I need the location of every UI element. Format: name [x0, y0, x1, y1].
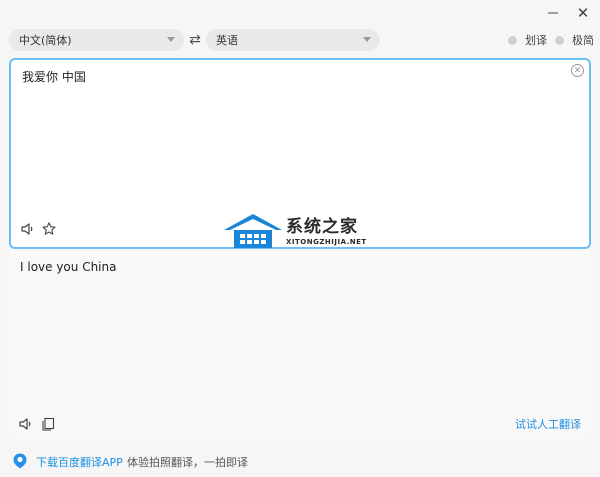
download-app-link[interactable]: 下载百度翻译APP: [36, 454, 123, 470]
toggle-selection-translate[interactable]: 划译: [508, 32, 547, 48]
house-logo-icon: [224, 214, 282, 248]
minimize-button[interactable]: [540, 0, 566, 26]
speaker-icon[interactable]: [20, 221, 36, 237]
footer: 下载百度翻译APP 体验拍照翻译，一拍即译: [0, 446, 600, 477]
speaker-icon[interactable]: [18, 416, 34, 432]
toggle-minimal-mode[interactable]: 极简: [555, 32, 594, 48]
toggle-indicator: [555, 35, 564, 45]
toggle-label: 划译: [525, 34, 547, 47]
app-icon: [13, 453, 27, 469]
watermark-logo: 系统之家 XITONGZHIJIA.NET: [222, 210, 382, 250]
chevron-down-icon: [363, 37, 371, 42]
human-translation-link[interactable]: 试试人工翻译: [515, 416, 581, 432]
source-language-select[interactable]: 中文(简体): [9, 29, 184, 51]
swap-icon: ⇄: [189, 32, 201, 48]
source-language-label: 中文(简体): [19, 34, 72, 47]
swap-languages-button[interactable]: ⇄: [186, 30, 204, 50]
clear-icon[interactable]: ✕: [571, 64, 584, 77]
result-text[interactable]: I love you China: [20, 260, 116, 274]
language-toolbar: 中文(简体) ⇄ 英语 划译 极简: [0, 28, 600, 54]
source-text[interactable]: 我爱你 中国: [22, 68, 86, 85]
copy-icon[interactable]: [40, 416, 56, 432]
footer-note: 体验拍照翻译，一拍即译: [127, 456, 248, 469]
chevron-down-icon: [167, 37, 175, 42]
target-language-select[interactable]: 英语: [206, 29, 380, 51]
title-bar: ✕: [0, 0, 600, 26]
result-area: I love you China 试试人工翻译: [9, 250, 591, 440]
close-button[interactable]: ✕: [570, 0, 596, 26]
toggle-indicator: [508, 35, 517, 45]
toggle-label: 极简: [572, 34, 594, 47]
watermark-title: 系统之家: [286, 217, 358, 237]
watermark-subtitle: XITONGZHIJIA.NET: [286, 238, 367, 246]
minimize-icon: [548, 12, 558, 14]
star-icon[interactable]: [41, 221, 57, 237]
close-icon: ✕: [576, 4, 590, 22]
target-language-label: 英语: [216, 34, 238, 47]
